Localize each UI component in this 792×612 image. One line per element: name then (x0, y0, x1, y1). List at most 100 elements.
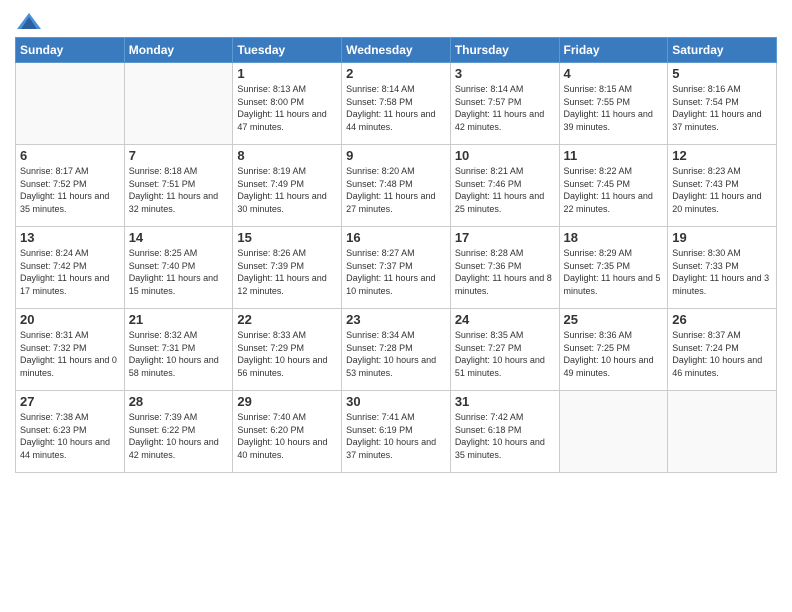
day-number: 12 (672, 148, 772, 163)
calendar-cell: 22 Sunrise: 8:33 AM Sunset: 7:29 PM Dayli… (233, 309, 342, 391)
day-info: Sunrise: 8:35 AM Sunset: 7:27 PM Dayligh… (455, 329, 555, 379)
page: SundayMondayTuesdayWednesdayThursdayFrid… (0, 0, 792, 612)
weekday-friday: Friday (559, 38, 668, 63)
weekday-wednesday: Wednesday (342, 38, 451, 63)
day-number: 10 (455, 148, 555, 163)
calendar-cell (668, 391, 777, 473)
calendar-cell (16, 63, 125, 145)
day-number: 16 (346, 230, 446, 245)
day-number: 1 (237, 66, 337, 81)
day-number: 27 (20, 394, 120, 409)
day-info: Sunrise: 8:26 AM Sunset: 7:39 PM Dayligh… (237, 247, 337, 297)
calendar-cell: 31 Sunrise: 7:42 AM Sunset: 6:18 PM Dayli… (450, 391, 559, 473)
day-number: 29 (237, 394, 337, 409)
day-number: 21 (129, 312, 229, 327)
calendar-cell: 18 Sunrise: 8:29 AM Sunset: 7:35 PM Dayli… (559, 227, 668, 309)
day-info: Sunrise: 8:20 AM Sunset: 7:48 PM Dayligh… (346, 165, 446, 215)
week-row-1: 1 Sunrise: 8:13 AM Sunset: 8:00 PM Daylig… (16, 63, 777, 145)
day-info: Sunrise: 8:36 AM Sunset: 7:25 PM Dayligh… (564, 329, 664, 379)
day-info: Sunrise: 8:33 AM Sunset: 7:29 PM Dayligh… (237, 329, 337, 379)
logo-icon (15, 11, 43, 31)
calendar-cell: 13Sunrise: 8:24 AM Sunset: 7:42 PM Dayli… (16, 227, 125, 309)
day-number: 28 (129, 394, 229, 409)
calendar-cell (559, 391, 668, 473)
day-info: Sunrise: 8:16 AM Sunset: 7:54 PM Dayligh… (672, 83, 772, 133)
day-number: 31 (455, 394, 555, 409)
day-info: Sunrise: 8:14 AM Sunset: 7:57 PM Dayligh… (455, 83, 555, 133)
day-info: Sunrise: 8:28 AM Sunset: 7:36 PM Dayligh… (455, 247, 555, 297)
calendar-cell: 30 Sunrise: 7:41 AM Sunset: 6:19 PM Dayli… (342, 391, 451, 473)
calendar-cell: 16 Sunrise: 8:27 AM Sunset: 7:37 PM Dayli… (342, 227, 451, 309)
day-number: 19 (672, 230, 772, 245)
calendar-cell: 5 Sunrise: 8:16 AM Sunset: 7:54 PM Daylig… (668, 63, 777, 145)
day-number: 22 (237, 312, 337, 327)
calendar-cell: 9 Sunrise: 8:20 AM Sunset: 7:48 PM Daylig… (342, 145, 451, 227)
day-number: 15 (237, 230, 337, 245)
day-info: Sunrise: 8:24 AM Sunset: 7:42 PM Dayligh… (20, 247, 120, 297)
calendar-table: SundayMondayTuesdayWednesdayThursdayFrid… (15, 37, 777, 473)
calendar-cell: 23 Sunrise: 8:34 AM Sunset: 7:28 PM Dayli… (342, 309, 451, 391)
day-number: 25 (564, 312, 664, 327)
day-info: Sunrise: 8:23 AM Sunset: 7:43 PM Dayligh… (672, 165, 772, 215)
calendar-cell: 24 Sunrise: 8:35 AM Sunset: 7:27 PM Dayli… (450, 309, 559, 391)
day-number: 17 (455, 230, 555, 245)
calendar-cell: 21 Sunrise: 8:32 AM Sunset: 7:31 PM Dayli… (124, 309, 233, 391)
day-number: 18 (564, 230, 664, 245)
day-info: Sunrise: 8:32 AM Sunset: 7:31 PM Dayligh… (129, 329, 229, 379)
day-number: 5 (672, 66, 772, 81)
day-info: Sunrise: 8:29 AM Sunset: 7:35 PM Dayligh… (564, 247, 664, 297)
calendar-cell: 11 Sunrise: 8:22 AM Sunset: 7:45 PM Dayli… (559, 145, 668, 227)
day-number: 6 (20, 148, 120, 163)
day-info: Sunrise: 8:37 AM Sunset: 7:24 PM Dayligh… (672, 329, 772, 379)
calendar-cell: 8 Sunrise: 8:19 AM Sunset: 7:49 PM Daylig… (233, 145, 342, 227)
day-info: Sunrise: 7:39 AM Sunset: 6:22 PM Dayligh… (129, 411, 229, 461)
day-number: 30 (346, 394, 446, 409)
day-number: 24 (455, 312, 555, 327)
day-info: Sunrise: 8:18 AM Sunset: 7:51 PM Dayligh… (129, 165, 229, 215)
day-number: 4 (564, 66, 664, 81)
header (15, 10, 777, 31)
day-number: 9 (346, 148, 446, 163)
day-info: Sunrise: 8:22 AM Sunset: 7:45 PM Dayligh… (564, 165, 664, 215)
logo (15, 10, 47, 31)
day-number: 23 (346, 312, 446, 327)
weekday-monday: Monday (124, 38, 233, 63)
day-number: 2 (346, 66, 446, 81)
day-info: Sunrise: 8:31 AM Sunset: 7:32 PM Dayligh… (20, 329, 120, 379)
day-info: Sunrise: 8:21 AM Sunset: 7:46 PM Dayligh… (455, 165, 555, 215)
calendar-body: 1 Sunrise: 8:13 AM Sunset: 8:00 PM Daylig… (16, 63, 777, 473)
day-info: Sunrise: 7:41 AM Sunset: 6:19 PM Dayligh… (346, 411, 446, 461)
day-number: 11 (564, 148, 664, 163)
day-info: Sunrise: 8:27 AM Sunset: 7:37 PM Dayligh… (346, 247, 446, 297)
day-number: 8 (237, 148, 337, 163)
day-info: Sunrise: 7:42 AM Sunset: 6:18 PM Dayligh… (455, 411, 555, 461)
calendar-cell: 2 Sunrise: 8:14 AM Sunset: 7:58 PM Daylig… (342, 63, 451, 145)
calendar-cell: 1 Sunrise: 8:13 AM Sunset: 8:00 PM Daylig… (233, 63, 342, 145)
week-row-5: 27Sunrise: 7:38 AM Sunset: 6:23 PM Dayli… (16, 391, 777, 473)
day-info: Sunrise: 8:13 AM Sunset: 8:00 PM Dayligh… (237, 83, 337, 133)
calendar-cell: 27Sunrise: 7:38 AM Sunset: 6:23 PM Dayli… (16, 391, 125, 473)
day-number: 7 (129, 148, 229, 163)
day-info: Sunrise: 8:34 AM Sunset: 7:28 PM Dayligh… (346, 329, 446, 379)
calendar-cell: 15 Sunrise: 8:26 AM Sunset: 7:39 PM Dayli… (233, 227, 342, 309)
day-info: Sunrise: 8:19 AM Sunset: 7:49 PM Dayligh… (237, 165, 337, 215)
calendar-cell (124, 63, 233, 145)
calendar-cell: 10 Sunrise: 8:21 AM Sunset: 7:46 PM Dayli… (450, 145, 559, 227)
day-info: Sunrise: 8:14 AM Sunset: 7:58 PM Dayligh… (346, 83, 446, 133)
week-row-4: 20Sunrise: 8:31 AM Sunset: 7:32 PM Dayli… (16, 309, 777, 391)
day-number: 14 (129, 230, 229, 245)
calendar-cell: 28 Sunrise: 7:39 AM Sunset: 6:22 PM Dayli… (124, 391, 233, 473)
day-info: Sunrise: 8:15 AM Sunset: 7:55 PM Dayligh… (564, 83, 664, 133)
day-info: Sunrise: 8:17 AM Sunset: 7:52 PM Dayligh… (20, 165, 120, 215)
day-info: Sunrise: 8:30 AM Sunset: 7:33 PM Dayligh… (672, 247, 772, 297)
calendar-cell: 17 Sunrise: 8:28 AM Sunset: 7:36 PM Dayli… (450, 227, 559, 309)
calendar-cell: 26Sunrise: 8:37 AM Sunset: 7:24 PM Dayli… (668, 309, 777, 391)
calendar-cell: 4 Sunrise: 8:15 AM Sunset: 7:55 PM Daylig… (559, 63, 668, 145)
calendar-cell: 12 Sunrise: 8:23 AM Sunset: 7:43 PM Dayli… (668, 145, 777, 227)
calendar-cell: 25 Sunrise: 8:36 AM Sunset: 7:25 PM Dayli… (559, 309, 668, 391)
calendar-cell: 19 Sunrise: 8:30 AM Sunset: 7:33 PM Dayli… (668, 227, 777, 309)
calendar-cell: 3Sunrise: 8:14 AM Sunset: 7:57 PM Daylig… (450, 63, 559, 145)
week-row-2: 6 Sunrise: 8:17 AM Sunset: 7:52 PM Daylig… (16, 145, 777, 227)
day-info: Sunrise: 8:25 AM Sunset: 7:40 PM Dayligh… (129, 247, 229, 297)
weekday-tuesday: Tuesday (233, 38, 342, 63)
